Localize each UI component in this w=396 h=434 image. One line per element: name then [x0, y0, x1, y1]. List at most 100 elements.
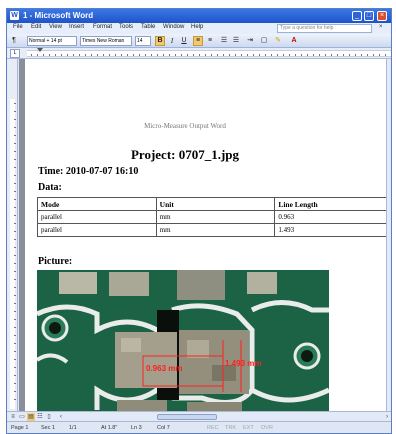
normal-view-icon[interactable]: ≡ [9, 413, 17, 421]
ruler-tick [265, 54, 266, 56]
status-rec[interactable]: REC [207, 425, 219, 431]
ruler-tick [367, 54, 368, 56]
font-color-icon[interactable]: A [289, 36, 299, 46]
styles-pane-icon[interactable]: ¶ [9, 36, 19, 46]
ruler-tick [187, 54, 188, 56]
font-size-select[interactable]: 14 [135, 36, 151, 46]
highlight-icon[interactable]: ✎ [273, 36, 283, 46]
outline-view-icon[interactable]: ☷ [36, 413, 44, 421]
close-document-icon[interactable]: × [379, 24, 383, 30]
menu-bar: File Edit View Insert Format Tools Table… [7, 23, 391, 34]
ruler-tick [271, 54, 272, 56]
ruler-tick [241, 54, 242, 56]
ruler-tick [277, 54, 278, 56]
table-cell: mm [155, 223, 276, 237]
horizontal-scrollbar[interactable]: ≡ ▭ ▤ ☷ ▯ ‹ › [7, 411, 391, 421]
ruler-tick [67, 54, 68, 56]
measurement-table: Mode Unit Line Length parallel mm 0.963 … [37, 197, 387, 237]
ruler-tick [14, 207, 16, 208]
vertical-ruler [7, 59, 18, 411]
ruler-tick [313, 54, 314, 56]
ruler-tick [85, 54, 86, 56]
pcb-photo-graphic: 0.963 mm 1.493 mm [37, 270, 329, 411]
ruler-track[interactable] [27, 50, 391, 57]
italic-button[interactable]: I [167, 36, 177, 46]
status-ext[interactable]: EXT [243, 425, 254, 431]
annotation-0963: 0.963 mm [146, 364, 182, 373]
document-page[interactable]: Micro-Measure Output Word Project: 0707_… [25, 59, 391, 411]
underline-button[interactable]: U [179, 36, 189, 46]
ruler-tick [37, 54, 38, 56]
menu-view[interactable]: View [49, 24, 62, 30]
table-cell: 0.963 [274, 210, 387, 224]
print-view-icon[interactable]: ▤ [27, 413, 35, 421]
style-select[interactable]: Normal + 14 pt [27, 36, 77, 46]
reading-view-icon[interactable]: ▯ [45, 413, 53, 421]
ruler-tick [253, 54, 254, 56]
ruler-tick [14, 271, 16, 272]
ruler-tick [361, 54, 362, 56]
menu-file[interactable]: File [13, 24, 23, 30]
menu-edit[interactable]: Edit [31, 24, 41, 30]
ruler-tick [14, 335, 16, 336]
indent-icon[interactable]: ⇥ [245, 36, 255, 46]
ruler-tick [14, 183, 16, 184]
ruler-tick [14, 151, 16, 152]
ruler-tick [97, 54, 98, 56]
ruler-tick [14, 247, 16, 248]
table-cell: parallel [37, 223, 157, 237]
close-button[interactable]: × [377, 11, 387, 21]
ruler-tick [31, 54, 32, 56]
ruler-tick [14, 239, 16, 240]
ruler-tick [349, 54, 350, 56]
horizontal-scroll-thumb[interactable] [157, 414, 217, 420]
maximize-button[interactable]: □ [364, 11, 374, 21]
bullets-icon[interactable]: ☰ [231, 36, 241, 46]
ruler-tick [199, 54, 200, 56]
word-icon[interactable]: W [10, 11, 19, 20]
project-title: Project: 0707_1.jpg [130, 147, 240, 162]
menu-table[interactable]: Table [141, 24, 155, 30]
numbering-icon[interactable]: ☰ [219, 36, 229, 46]
scroll-right-icon[interactable]: › [383, 413, 391, 421]
status-trk[interactable]: TRK [225, 425, 236, 431]
tab-selector-icon[interactable]: L [10, 49, 20, 58]
ruler-tick [14, 375, 16, 376]
align-center-icon[interactable]: ≡ [193, 36, 203, 46]
ruler-tick [325, 54, 326, 56]
ruler-tick [43, 54, 44, 56]
menu-window[interactable]: Window [163, 24, 184, 30]
status-ovr[interactable]: OVR [261, 425, 273, 431]
ruler-tick [14, 359, 16, 360]
ruler-tick [55, 54, 56, 56]
ruler-tick [301, 54, 302, 56]
menu-format[interactable]: Format [93, 24, 112, 30]
word-window: W 1 - Microsoft Word _ □ × File Edit Vie… [6, 8, 392, 434]
ruler-tick [79, 54, 80, 56]
pcb-photo: 0.963 mm 1.493 mm [37, 270, 329, 411]
help-search-input[interactable]: Type a question for help [277, 24, 372, 33]
vertical-scrollbar[interactable] [386, 59, 391, 411]
scroll-left-icon[interactable]: ‹ [57, 413, 65, 421]
bold-button[interactable]: B [155, 36, 165, 46]
first-line-indent-marker[interactable] [37, 48, 43, 52]
minimize-button[interactable]: _ [352, 11, 362, 21]
ruler-tick [295, 54, 296, 56]
web-view-icon[interactable]: ▭ [18, 413, 26, 421]
ruler-tick [14, 319, 16, 320]
font-select[interactable]: Times New Roman [80, 36, 132, 46]
border-icon[interactable]: ▢ [259, 36, 269, 46]
formatting-toolbar: ¶ Normal + 14 pt Times New Roman 14 B I … [7, 34, 391, 48]
ruler-tick [103, 54, 104, 56]
annotation-1493: 1.493 mm [225, 359, 261, 368]
document-area[interactable]: Micro-Measure Output Word Project: 0707_… [19, 59, 391, 411]
menu-tools[interactable]: Tools [119, 24, 133, 30]
status-line: Ln 3 [131, 425, 142, 431]
align-right-icon[interactable]: ≡ [205, 36, 215, 46]
table-row: parallel mm 0.963 [37, 210, 387, 224]
status-page-count: 1/1 [69, 425, 77, 431]
table-row: parallel mm 1.493 [37, 223, 387, 237]
ruler-tick [14, 303, 16, 304]
menu-insert[interactable]: Insert [69, 24, 84, 30]
menu-help[interactable]: Help [191, 24, 203, 30]
